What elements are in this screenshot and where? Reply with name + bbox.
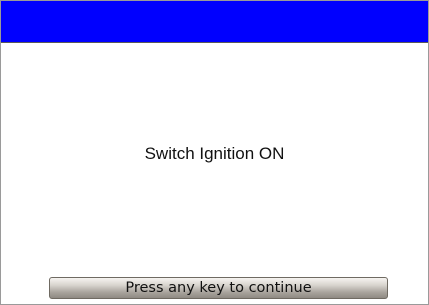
title-bar	[1, 1, 428, 43]
instruction-message: Switch Ignition ON	[144, 144, 285, 163]
continue-button[interactable]: Press any key to continue	[49, 277, 388, 299]
diagnostic-screen: Switch Ignition ON Press any key to cont…	[0, 0, 429, 305]
